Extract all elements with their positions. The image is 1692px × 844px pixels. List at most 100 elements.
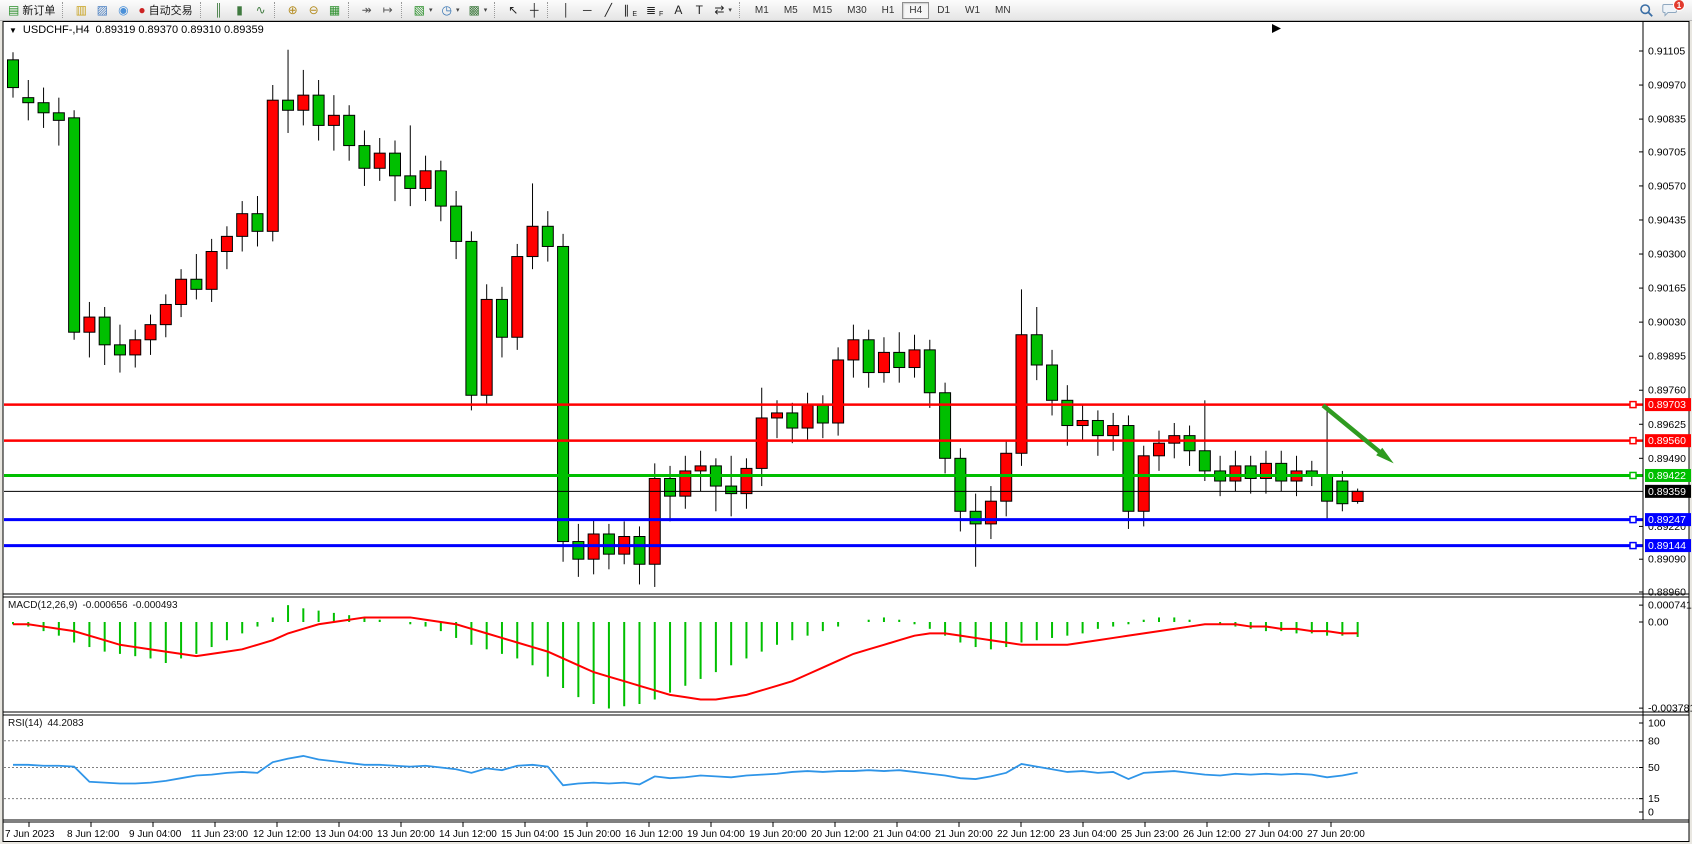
candle-up	[756, 418, 767, 468]
tile-windows-icon: ▦	[329, 4, 340, 16]
candlestick-chart-button[interactable]: ▮	[230, 1, 250, 19]
candle-up	[1352, 491, 1363, 501]
search-icon[interactable]	[1639, 3, 1654, 18]
time-tick-label: 11 Jun 23:00	[191, 829, 249, 840]
navigator-button[interactable]: ◉	[113, 1, 133, 19]
new-chart-button[interactable]: ▧▾	[410, 1, 437, 19]
line-chart-button[interactable]: ∿	[251, 1, 271, 19]
current-price-label: 0.89359	[1645, 485, 1691, 498]
chevron-down-icon[interactable]: ▾	[456, 6, 460, 14]
candle-down	[1337, 481, 1348, 504]
navigator-icon: ◉	[118, 4, 128, 16]
chevron-down-icon[interactable]: ▾	[728, 6, 732, 14]
candle-down	[1322, 476, 1333, 501]
zoom-in-button[interactable]: ⊕	[283, 1, 303, 19]
timeframe-button-m30[interactable]: M30	[840, 2, 873, 19]
svg-text:0.89703: 0.89703	[1648, 399, 1686, 411]
horizontal-line-button[interactable]: ─	[577, 1, 597, 19]
price-tick-label: 0.90570	[1648, 180, 1686, 192]
vertical-line-icon: │	[563, 4, 571, 16]
candle-up	[909, 350, 920, 368]
chart-symbol-period: USDCHF-,H4	[23, 24, 90, 36]
chevron-down-icon[interactable]: ▾	[484, 6, 488, 14]
cursor-button[interactable]: ↖	[503, 1, 523, 19]
hline-end-marker[interactable]	[1630, 543, 1636, 549]
candle-up	[1169, 436, 1180, 444]
candle-up	[1230, 466, 1241, 481]
zoom-in-icon: ⊕	[288, 4, 298, 16]
auto-scroll-icon: ↠	[362, 4, 372, 16]
trendline-button[interactable]: ╱	[598, 1, 618, 19]
candle-down	[1047, 365, 1058, 400]
candle-down	[603, 534, 614, 554]
bar-chart-icon: ║	[214, 4, 223, 16]
candle-down	[665, 478, 676, 496]
time-tick-label: 9 Jun 04:00	[129, 829, 182, 840]
candle-down	[252, 214, 263, 232]
timeframe-button-w1[interactable]: W1	[958, 2, 987, 19]
auto-scroll-button[interactable]: ↠	[357, 1, 377, 19]
candle-down	[435, 171, 446, 206]
candle-down	[390, 153, 401, 176]
hline-end-marker[interactable]	[1630, 472, 1636, 478]
chart-dropdown-icon[interactable]: ▼	[9, 26, 17, 35]
candle-down	[114, 345, 125, 355]
timeframe-button-mn[interactable]: MN	[988, 2, 1018, 19]
notification-badge: 1	[1673, 0, 1685, 11]
candle-up	[512, 257, 523, 338]
candle-up	[1154, 443, 1165, 456]
timeframe-button-h1[interactable]: H1	[875, 2, 902, 19]
hline-end-marker[interactable]	[1630, 402, 1636, 408]
text-button[interactable]: A	[668, 1, 688, 19]
timeframe-button-m5[interactable]: M5	[777, 2, 805, 19]
time-tick-label: 14 Jun 12:00	[439, 829, 497, 840]
hline-end-marker[interactable]	[1630, 517, 1636, 523]
template-icon: ▩	[468, 4, 479, 16]
crosshair-button[interactable]: ┼	[524, 1, 544, 19]
zoom-out-button[interactable]: ⊖	[304, 1, 324, 19]
hline-end-marker[interactable]	[1630, 438, 1636, 444]
market-watch-button[interactable]: ▥	[71, 1, 91, 19]
candle-up	[1001, 453, 1012, 501]
candle-up	[481, 299, 492, 395]
time-tick-label: 27 Jun 04:00	[1245, 829, 1303, 840]
clock-icon: ◷	[441, 4, 451, 16]
new-order-button[interactable]: ▤新订单	[4, 1, 59, 19]
timeframe-button-h4[interactable]: H4	[902, 2, 929, 19]
tile-windows-button[interactable]: ▦	[325, 1, 345, 19]
bar-chart-button[interactable]: ║	[209, 1, 229, 19]
equidistant-channel-button[interactable]: ∥E	[619, 1, 641, 19]
rsi-axis-label: 15	[1648, 793, 1660, 805]
periods-button[interactable]: ◷▾	[437, 1, 463, 19]
templates-button[interactable]: ▩▾	[464, 1, 491, 19]
timeframe-button-m1[interactable]: M1	[748, 2, 776, 19]
candle-up	[878, 352, 889, 372]
candle-up	[206, 252, 217, 290]
data-window-button[interactable]: ▨	[92, 1, 112, 19]
vertical-line-button[interactable]: │	[556, 1, 576, 19]
price-label-0.89703: 0.89703	[1645, 398, 1691, 411]
price-tick-label: 0.88960	[1648, 586, 1686, 598]
timeframe-button-m15[interactable]: M15	[806, 2, 839, 19]
candle-down	[1031, 335, 1042, 365]
candle-down	[53, 113, 64, 121]
chart-shift-button[interactable]: ↦	[378, 1, 398, 19]
candle-down	[8, 60, 19, 88]
market-watch-icon: ▥	[76, 4, 87, 16]
trendline-icon: ╱	[605, 4, 612, 16]
price-tick-label: 0.89895	[1648, 351, 1686, 363]
arrows-button[interactable]: ⇄▾	[710, 1, 736, 19]
price-tick-label: 0.90435	[1648, 214, 1686, 226]
fibonacci-button[interactable]: ≣F	[642, 1, 667, 19]
chart-canvas[interactable]: 0.911050.909700.908350.907050.905700.904…	[0, 21, 1692, 844]
text-label-button[interactable]: T	[689, 1, 709, 19]
chevron-down-icon[interactable]: ▾	[429, 6, 433, 14]
notifications-button[interactable]: 1	[1662, 3, 1678, 17]
timeframe-button-d1[interactable]: D1	[930, 2, 957, 19]
time-tick-label: 22 Jun 12:00	[997, 829, 1055, 840]
toolbar-separator	[62, 2, 67, 18]
candle-up	[741, 468, 752, 493]
candle-down	[726, 486, 737, 494]
autotrading-button[interactable]: ●自动交易	[134, 1, 196, 19]
macd-axis-label: -0.003781	[1648, 703, 1692, 715]
